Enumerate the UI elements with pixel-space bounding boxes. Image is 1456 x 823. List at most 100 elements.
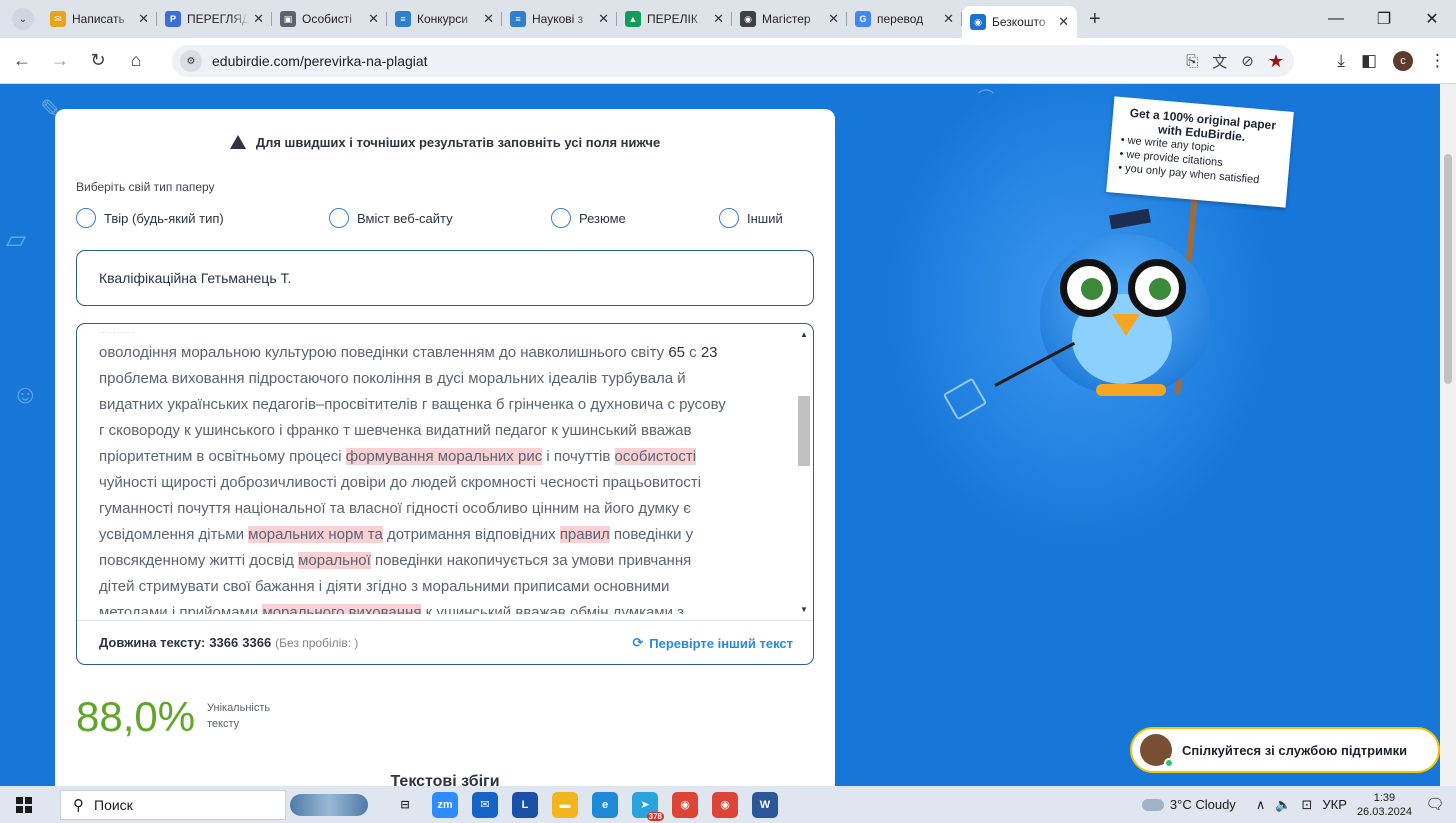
- menu-kebab-icon[interactable]: ⋮: [1429, 51, 1446, 71]
- plagiarism-highlight: правил: [559, 526, 610, 543]
- radio-circle[interactable]: [551, 208, 571, 228]
- check-another-text-button[interactable]: ⟳ Перевірте інший текст: [632, 621, 793, 664]
- eye-off-icon[interactable]: ⊘: [1241, 52, 1254, 70]
- download-icon[interactable]: ⤓: [1337, 51, 1345, 71]
- back-arrow-icon[interactable]: ←: [6, 50, 38, 71]
- text-segment: дотримання відповідних: [382, 526, 560, 543]
- text-segment: дітей стримувати свої бажання і діяти зг…: [99, 578, 670, 595]
- clock[interactable]: 1:39 26.03.2024: [1357, 791, 1412, 819]
- radio-circle[interactable]: [719, 208, 739, 228]
- url-text[interactable]: edubirdie.com/perevirka-na-plagiat: [212, 53, 428, 69]
- zoom-icon[interactable]: zm: [432, 791, 458, 818]
- radio-circle[interactable]: [329, 208, 349, 228]
- mascot-eye-right: [1128, 259, 1186, 317]
- tab-search-chevron-icon[interactable]: ⌄: [12, 8, 34, 30]
- radio-resume[interactable]: Резюме: [551, 208, 626, 228]
- tab-favicon-icon: G: [855, 11, 871, 27]
- word-icon[interactable]: W: [752, 791, 778, 818]
- tab-title: Наукові з: [532, 12, 584, 26]
- close-window-icon[interactable]: ✕: [1408, 9, 1456, 29]
- scroll-up-arrow-icon[interactable]: ▲: [796, 330, 812, 339]
- file-explorer-icon[interactable]: ▬: [552, 791, 578, 818]
- language-indicator[interactable]: УКР: [1322, 797, 1347, 812]
- home-icon[interactable]: ⌂: [120, 50, 152, 71]
- start-button[interactable]: [4, 796, 44, 813]
- tab-close-icon[interactable]: ✕: [253, 11, 264, 27]
- unread-badge: 378: [646, 811, 664, 821]
- chrome-profile-1-icon[interactable]: ◉: [672, 791, 698, 818]
- radio-website-content[interactable]: Вміст веб-сайту: [329, 208, 453, 228]
- forward-arrow-icon[interactable]: →: [44, 50, 76, 71]
- task-view-icon[interactable]: ⊟: [392, 791, 418, 818]
- reload-icon[interactable]: ↻: [82, 50, 114, 71]
- browser-tab[interactable]: ◉ Магістер ✕: [732, 4, 847, 34]
- mascot-beak: [1112, 314, 1140, 336]
- tab-favicon-icon: ▣: [280, 11, 296, 27]
- tab-close-icon[interactable]: ✕: [1058, 14, 1069, 30]
- tab-close-icon[interactable]: ✕: [138, 11, 149, 27]
- text-segment: г сковороду к ушинського і франко т шевч…: [99, 422, 692, 439]
- site-info-icon[interactable]: ⚙: [180, 50, 202, 72]
- promo-sign: Get a 100% original paper with EduBirdie…: [1106, 96, 1294, 208]
- taskbar-search[interactable]: ⚲ Поиск: [60, 789, 286, 820]
- tab-close-icon[interactable]: ✕: [943, 11, 954, 27]
- tab-close-icon[interactable]: ✕: [598, 11, 609, 27]
- document-title-input[interactable]: Кваліфікаційна Гетьманець Т.: [76, 250, 814, 306]
- browser-tab[interactable]: ✉ Написать ✕: [42, 4, 157, 34]
- plagiarism-highlight: морального виховання: [262, 604, 422, 614]
- side-panel-icon[interactable]: ◧: [1361, 51, 1377, 71]
- browser-tab[interactable]: ≡ Конкурси ✕: [387, 4, 502, 34]
- text-area-scroll-thumb[interactable]: [798, 396, 810, 466]
- page-scroll-thumb[interactable]: [1444, 154, 1452, 384]
- browser-tab[interactable]: P ПЕРЕГЛЯД ✕: [157, 4, 272, 34]
- no-spaces-label: (Без пробілів: ): [275, 635, 359, 650]
- show-hidden-icons-chevron-icon[interactable]: ∧: [1256, 797, 1266, 813]
- browser-tab[interactable]: Gперевод ✕: [847, 4, 962, 34]
- tab-title: Конкурси: [417, 12, 468, 26]
- search-highlight-image[interactable]: [290, 793, 368, 816]
- scroll-down-arrow-icon[interactable]: ▼: [796, 605, 812, 614]
- new-tab-plus-icon[interactable]: +: [1089, 8, 1101, 31]
- tab-list: ✉ Написать ✕ P ПЕРЕГЛЯД ✕ ▣ Особисті ✕ ≡ Конкурси ✕…: [42, 0, 1077, 38]
- browser-tab[interactable]: ▣ Особисті ✕: [272, 4, 387, 34]
- bookmark-star-icon[interactable]: ★: [1268, 51, 1284, 72]
- translate-icon[interactable]: 文: [1212, 51, 1227, 72]
- profile-avatar[interactable]: c: [1393, 51, 1413, 71]
- plagiarism-highlight: особистості: [614, 448, 697, 465]
- mail-icon[interactable]: ✉: [472, 791, 498, 818]
- tab-close-icon[interactable]: ✕: [828, 11, 839, 27]
- text-line: дітей стримувати свої бажання і діяти зг…: [99, 574, 789, 600]
- tab-close-icon[interactable]: ✕: [368, 11, 379, 27]
- radio-essay[interactable]: Твір (будь-який тип): [76, 208, 224, 228]
- support-chat-button[interactable]: Спілкуйтеся зі службою підтримки: [1130, 727, 1440, 773]
- page-scrollbar[interactable]: [1440, 84, 1456, 786]
- browser-tab[interactable]: ◉ Безкошто ✕: [962, 6, 1077, 38]
- restore-icon[interactable]: ❐: [1360, 9, 1408, 29]
- tab-title: ПЕРЕГЛЯД: [187, 12, 250, 26]
- windows-logo-icon: [16, 796, 32, 813]
- text-number: 23: [700, 344, 718, 361]
- network-icon[interactable]: ⊡: [1302, 797, 1313, 813]
- browser-tab[interactable]: ▲ ПЕРЕЛІК ✕: [617, 4, 732, 34]
- address-bar[interactable]: ⚙ edubirdie.com/perevirka-na-plagiat ⎘ 文…: [172, 45, 1294, 77]
- radio-other[interactable]: Інший: [719, 208, 783, 228]
- text-segment: методами і прийомами: [99, 604, 263, 614]
- radio-circle[interactable]: [76, 208, 96, 228]
- checked-text-area[interactable]: ' ' ' ' ' ' ' ' ' ' оволодіння моральною…: [99, 332, 789, 614]
- weather-widget[interactable]: 3°C Cloudy: [1141, 797, 1236, 812]
- l-app-icon[interactable]: L: [512, 791, 538, 818]
- text-segment: оволодіння моральною культурою поведінки…: [99, 344, 669, 361]
- tab-close-icon[interactable]: ✕: [483, 11, 494, 27]
- telegram-icon[interactable]: ➤ 378: [632, 791, 664, 821]
- cast-icon[interactable]: ⎘: [1186, 53, 1198, 70]
- tab-close-icon[interactable]: ✕: [713, 11, 724, 27]
- edge-icon[interactable]: e: [592, 791, 618, 818]
- text-area-scrollbar[interactable]: ▲ ▼: [796, 330, 812, 614]
- tab-title: Магістер: [762, 12, 811, 26]
- volume-icon[interactable]: 🔈: [1275, 797, 1291, 813]
- notification-center-icon[interactable]: 🗨1: [1424, 795, 1446, 823]
- minimize-icon[interactable]: —: [1312, 10, 1360, 28]
- chrome-profile-2-icon[interactable]: ◉: [712, 791, 738, 818]
- text-segment: поведінки накопичується за умови привчан…: [370, 552, 692, 569]
- browser-tab[interactable]: ≡ Наукові з ✕: [502, 4, 617, 34]
